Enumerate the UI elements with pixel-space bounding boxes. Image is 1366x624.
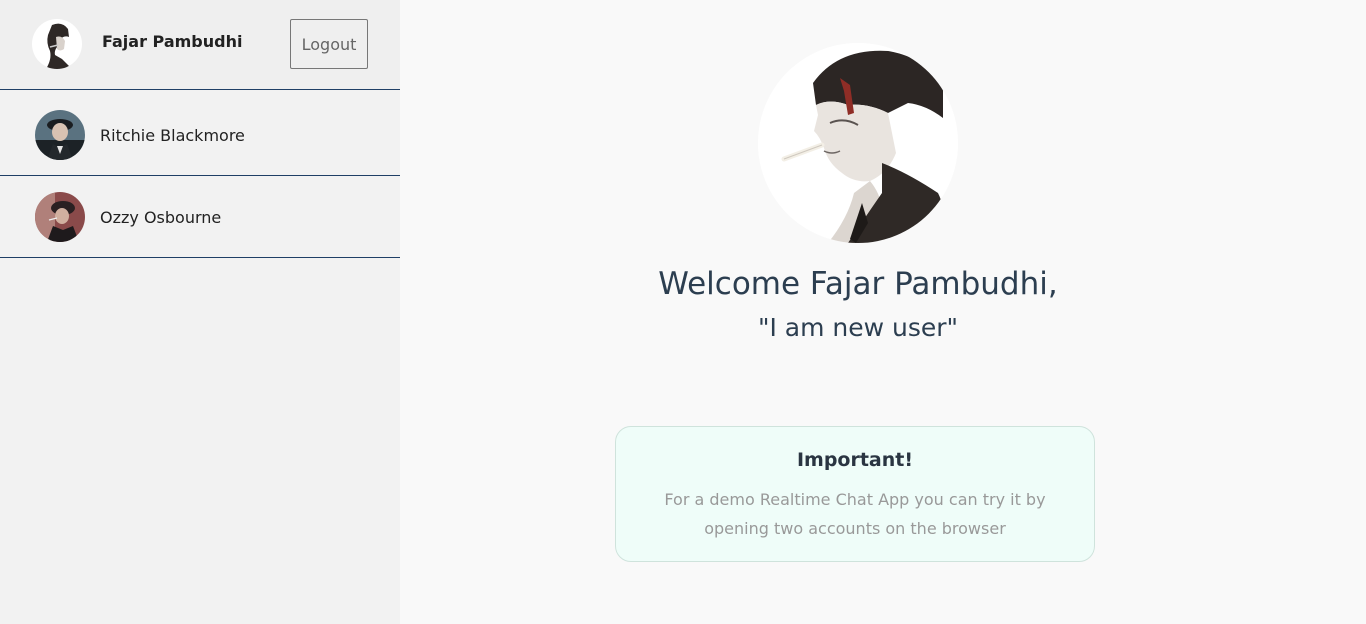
notice-title: Important! [796, 449, 914, 471]
contact-name: Ritchie Blackmore [100, 126, 245, 145]
welcome-heading: Welcome Fajar Pambudhi, [658, 266, 1058, 302]
sidebar: Fajar Pambudhi Logout Ritchie Blackmore [0, 0, 400, 624]
important-notice-card: Important! For a demo Realtime Chat App … [615, 426, 1095, 562]
current-user-name: Fajar Pambudhi [102, 32, 243, 51]
current-user-avatar [32, 19, 82, 69]
contact-item-ozzy-osbourne[interactable]: Ozzy Osbourne [0, 176, 400, 258]
profile-avatar [758, 43, 958, 243]
contact-avatar [35, 110, 85, 160]
contact-item-ritchie-blackmore[interactable]: Ritchie Blackmore [0, 90, 400, 176]
contact-avatar [35, 192, 85, 242]
logout-button[interactable]: Logout [290, 19, 368, 69]
notice-body: For a demo Realtime Chat App you can try… [664, 490, 1046, 538]
user-status-quote: "I am new user" [757, 313, 959, 342]
contact-name: Ozzy Osbourne [100, 208, 222, 227]
current-user-header: Fajar Pambudhi Logout [0, 0, 400, 90]
main-panel: Welcome Fajar Pambudhi, "I am new user" … [400, 0, 1366, 624]
